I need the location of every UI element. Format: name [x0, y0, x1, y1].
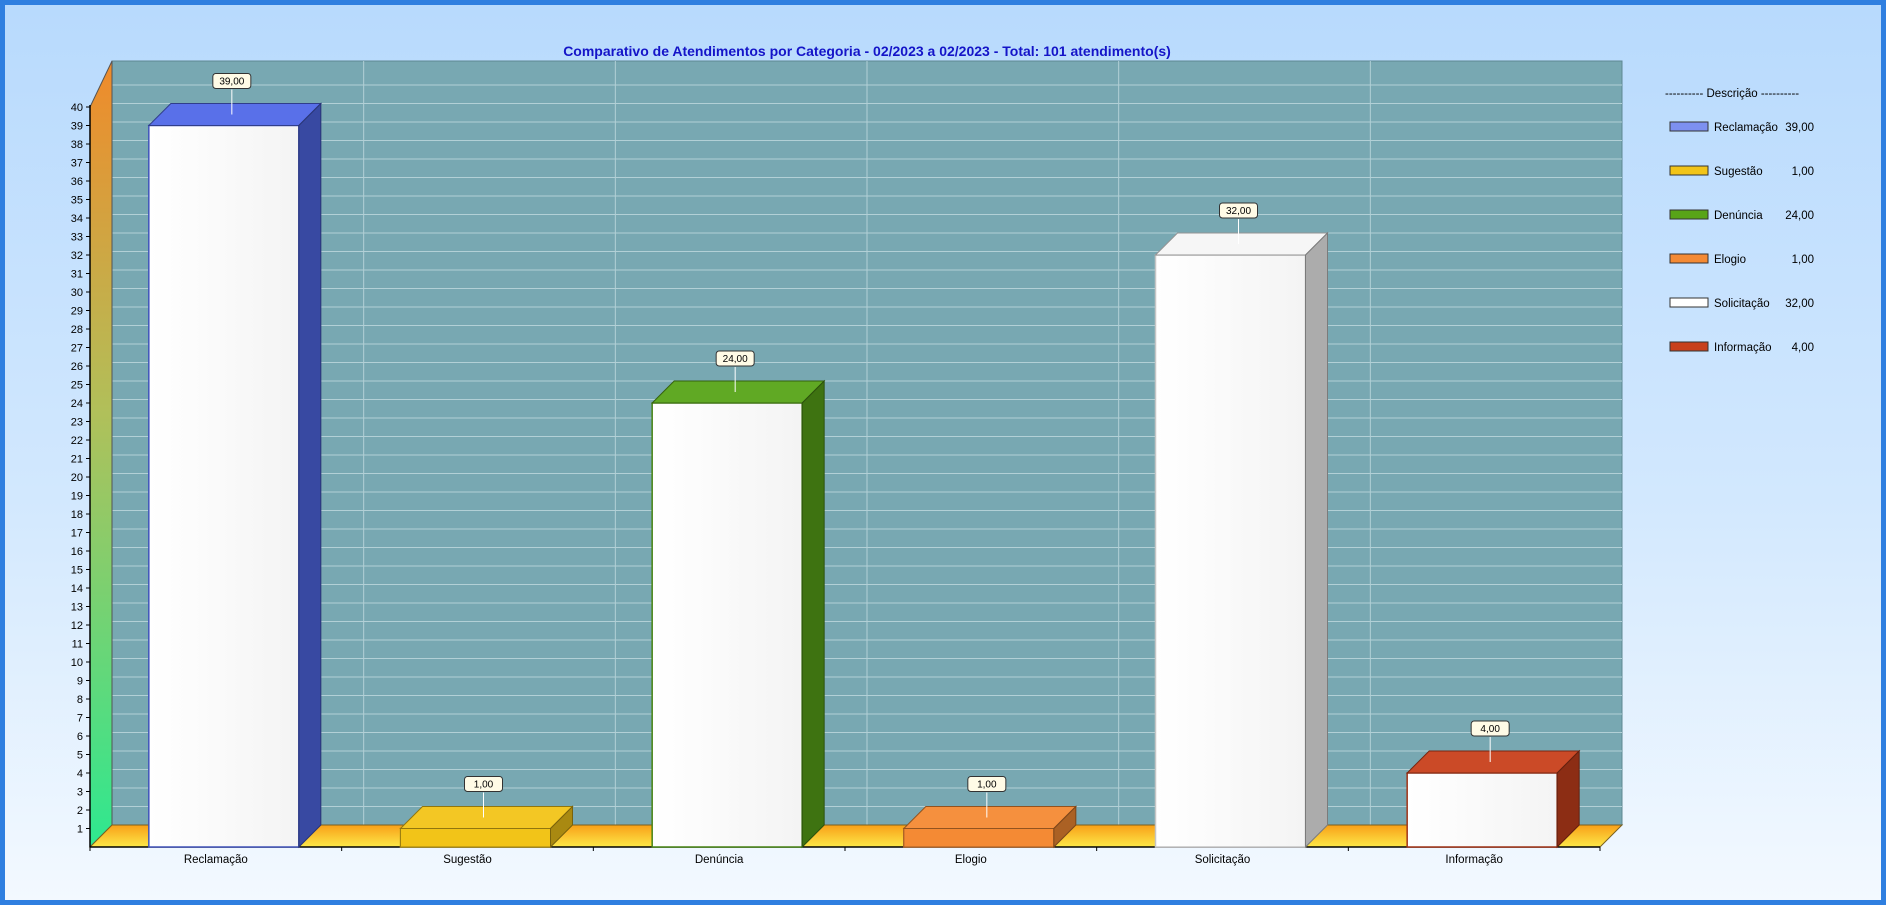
- x-tick-label: Denúncia: [695, 854, 744, 866]
- bar-chart: Comparativo de Atendimentos por Categori…: [71, 43, 1814, 866]
- data-label: 1,00: [474, 780, 494, 791]
- y-tick-label: 32: [71, 250, 83, 262]
- y-tick-label: 21: [71, 454, 83, 466]
- chart-title: Comparativo de Atendimentos por Categori…: [563, 43, 1171, 59]
- legend-swatch: [1669, 253, 1709, 264]
- y-tick-label: 27: [71, 343, 83, 355]
- y-tick-label: 9: [77, 676, 83, 688]
- legend-label: Solicitação: [1714, 298, 1770, 310]
- y-tick-label: 4: [77, 768, 83, 780]
- bar-front-fill: [400, 828, 551, 848]
- y-tick-label: 36: [71, 176, 83, 188]
- legend-header: ---------- Descrição ----------: [1665, 88, 1799, 100]
- y-tick-label: 8: [77, 694, 83, 706]
- x-tick-label: Sugestão: [443, 854, 492, 866]
- bar-top: [902, 806, 1078, 829]
- legend-value: 1,00: [1792, 254, 1814, 266]
- y-tick-label: 26: [71, 361, 83, 373]
- bar-top: [1405, 750, 1581, 774]
- legend-value: 4,00: [1792, 342, 1814, 354]
- plot-floor: [88, 824, 1624, 848]
- y-tick-label: 23: [71, 417, 83, 429]
- x-tick-label: Elogio: [955, 854, 987, 866]
- legend-label: Denúncia: [1714, 210, 1763, 222]
- y-tick-label: 22: [71, 435, 83, 447]
- y-tick-label: 25: [71, 380, 83, 392]
- y-tick-label: 12: [71, 620, 83, 632]
- y-tick-label: 10: [71, 657, 83, 669]
- bar-front: [1406, 772, 1558, 848]
- y-tick-label: 34: [71, 213, 83, 225]
- data-label: 24,00: [723, 354, 748, 365]
- y-tick-label: 16: [71, 546, 83, 558]
- legend-swatch: [1669, 165, 1709, 176]
- y-tick-label: 28: [71, 324, 83, 336]
- bar: 39,00: [147, 73, 323, 849]
- legend-label: Reclamação: [1714, 122, 1778, 134]
- bar-front: [651, 402, 803, 848]
- y-tick-label: 11: [72, 639, 83, 651]
- legend-value: 1,00: [1792, 166, 1814, 178]
- bar-side: [1305, 231, 1328, 849]
- data-label: 4,00: [1480, 724, 1500, 735]
- y-tick-label: 40: [71, 102, 83, 114]
- legend-label: Informação: [1714, 342, 1772, 354]
- y-tick-label: 17: [71, 528, 83, 540]
- y-tick-label: 13: [71, 602, 83, 614]
- y-tick-label: 6: [77, 731, 83, 743]
- legend: ---------- Descrição ---------- Reclamaçã…: [1665, 88, 1814, 354]
- bar: 24,00: [650, 350, 826, 849]
- legend-value: 39,00: [1785, 122, 1814, 134]
- data-label: 32,00: [1226, 206, 1251, 217]
- legend-swatch: [1669, 341, 1709, 352]
- legend-swatch: [1669, 209, 1709, 220]
- y-tick-label: 19: [71, 491, 83, 503]
- bar-front: [148, 124, 300, 848]
- legend-label: Sugestão: [1714, 166, 1763, 178]
- bar: 32,00: [1154, 202, 1329, 849]
- legend-swatch: [1669, 297, 1709, 308]
- x-tick-label: Reclamação: [184, 854, 248, 866]
- bar-front-fill: [903, 828, 1055, 848]
- data-label: 39,00: [219, 77, 244, 88]
- y-tick-label: 1: [77, 824, 83, 836]
- bar-top: [650, 380, 826, 404]
- y-tick-label: 37: [71, 158, 83, 170]
- legend-swatch: [1669, 121, 1709, 132]
- data-label: 1,00: [977, 780, 997, 791]
- y-tick-label: 24: [71, 398, 83, 410]
- bar-top: [1154, 232, 1329, 256]
- bar-side: [801, 379, 825, 849]
- bar-top: [399, 806, 574, 829]
- bar-front: [1154, 254, 1307, 848]
- bar-side: [298, 102, 322, 849]
- plot-left-wall: [89, 60, 113, 849]
- y-tick-label: 15: [71, 565, 83, 577]
- y-tick-label: 38: [71, 139, 83, 151]
- y-tick-label: 18: [71, 509, 83, 521]
- y-tick-label: 20: [71, 472, 83, 484]
- y-tick-label: 2: [77, 805, 83, 817]
- legend-label: Elogio: [1714, 254, 1746, 266]
- y-tick-label: 7: [77, 713, 83, 725]
- x-tick-label: Solicitação: [1195, 854, 1251, 866]
- y-tick-label: 33: [71, 232, 83, 244]
- y-tick-label: 5: [77, 750, 83, 762]
- y-tick-label: 3: [77, 787, 83, 799]
- y-tick-label: 39: [71, 121, 83, 133]
- y-tick-label: 29: [71, 306, 83, 318]
- y-tick-label: 31: [71, 269, 83, 281]
- y-tick-label: 35: [71, 195, 83, 207]
- legend-value: 24,00: [1785, 210, 1814, 222]
- x-tick-label: Informação: [1445, 854, 1503, 866]
- legend-value: 32,00: [1785, 298, 1814, 310]
- y-tick-label: 14: [71, 583, 83, 595]
- bar-top: [147, 103, 323, 126]
- y-tick-label: 30: [71, 287, 83, 299]
